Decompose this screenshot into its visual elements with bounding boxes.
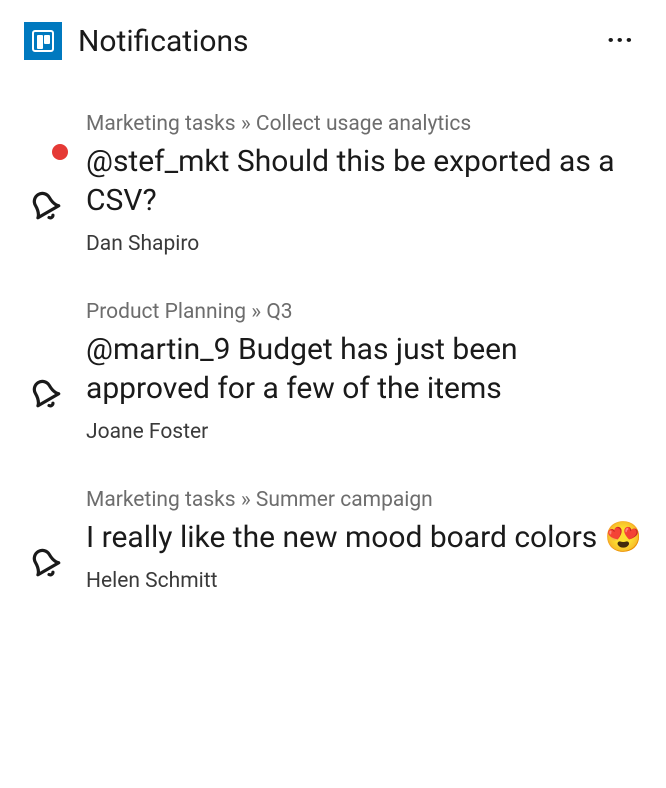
notifications-list: Marketing tasks » Collect usage analytic… [0,76,666,593]
notification-content: Marketing tasks » Collect usage analytic… [86,112,642,256]
bell-icon [29,190,61,222]
bell-icon [29,378,61,410]
breadcrumb: Marketing tasks » Collect usage analytic… [86,112,642,136]
unread-badge-icon [52,144,68,160]
header-left: Notifications [24,22,249,60]
notification-author: Joane Foster [86,420,642,444]
bell-icon [29,547,61,579]
notification-item[interactable]: Marketing tasks » Collect usage analytic… [24,112,642,256]
notification-content: Marketing tasks » Summer campaign I real… [86,488,642,593]
notification-icon-wrap [24,488,66,593]
trello-logo-icon[interactable] [24,22,62,60]
notification-message: @stef_mkt Should this be exported as a C… [86,142,642,220]
notification-icon-wrap [24,300,66,444]
notification-author: Dan Shapiro [86,232,642,256]
notification-icon-wrap [24,112,66,256]
header: Notifications ··· [0,0,666,76]
page-title: Notifications [78,24,249,59]
breadcrumb: Product Planning » Q3 [86,300,642,324]
more-menu-icon[interactable]: ··· [599,24,642,58]
notification-item[interactable]: Marketing tasks » Summer campaign I real… [24,488,642,593]
notification-content: Product Planning » Q3 @martin_9 Budget h… [86,300,642,444]
notification-author: Helen Schmitt [86,569,642,593]
breadcrumb: Marketing tasks » Summer campaign [86,488,642,512]
notification-message: @martin_9 Budget has just been approved … [86,330,642,408]
notification-message: I really like the new mood board colors … [86,518,642,557]
notification-item[interactable]: Product Planning » Q3 @martin_9 Budget h… [24,300,642,444]
